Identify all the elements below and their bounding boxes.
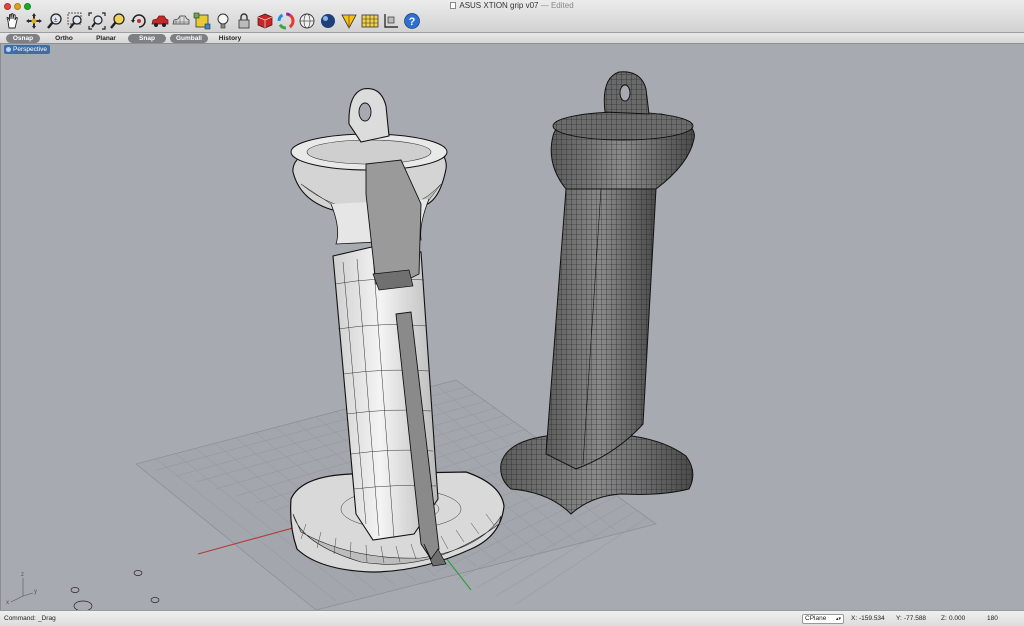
z-axis-label: z xyxy=(21,572,24,578)
status-readout: 180 xyxy=(987,615,998,622)
world-axis-gizmo: z x y xyxy=(6,572,37,606)
z-coord-label: Z: xyxy=(941,615,947,622)
document-icon xyxy=(450,2,457,9)
lock-icon[interactable] xyxy=(233,11,254,32)
car-icon[interactable] xyxy=(149,11,170,32)
x-coord-label: X: xyxy=(851,615,858,622)
zoom-window-icon[interactable] xyxy=(65,11,86,32)
wireframe-car-icon[interactable] xyxy=(170,11,191,32)
cplane-select[interactable]: CPlane ▴▾ xyxy=(802,614,844,624)
title-bar: ASUS XTION grip v07 — Edited ± ? xyxy=(0,0,1024,33)
viewport-scene[interactable]: z x y xyxy=(1,44,1024,610)
perspective-viewport[interactable]: z x y Perspective xyxy=(0,44,1024,610)
window-title: ASUS XTION grip v07 — Edited xyxy=(0,1,1024,10)
ortho-toggle[interactable]: Ortho xyxy=(48,34,80,43)
mode-bar: Osnap Ortho Planar Snap Gumball History xyxy=(0,33,1024,44)
z-coord-value: 0.000 xyxy=(949,615,966,622)
y-coord-value: -77.588 xyxy=(904,615,927,622)
svg-text:?: ? xyxy=(408,16,415,28)
command-input[interactable]: _Drag xyxy=(38,615,56,623)
help-icon[interactable]: ? xyxy=(401,11,422,32)
cone-tool-icon[interactable] xyxy=(338,11,359,32)
grip-model-mesh[interactable] xyxy=(500,71,695,515)
viewport-name: Perspective xyxy=(13,46,47,53)
move-icon[interactable] xyxy=(23,11,44,32)
x-axis-label: x xyxy=(6,600,9,606)
cplane-icon[interactable] xyxy=(380,11,401,32)
y-axis-label: y xyxy=(34,589,37,595)
grip-model-surface[interactable] xyxy=(290,88,505,573)
document-name: ASUS XTION grip v07 xyxy=(459,1,539,10)
pan-hand-icon[interactable] xyxy=(2,11,23,32)
edited-status: Edited xyxy=(550,1,574,10)
snapshot-icon[interactable] xyxy=(191,11,212,32)
sphere-wire-icon[interactable] xyxy=(296,11,317,32)
rhino-window: ASUS XTION grip v07 — Edited ± ? Osnap O… xyxy=(0,0,1024,626)
command-label: Command: xyxy=(4,615,36,622)
render-sphere-icon[interactable] xyxy=(317,11,338,32)
y-coord-label: Y: xyxy=(896,615,902,622)
osnap-toggle[interactable]: Osnap xyxy=(6,34,40,43)
cplane-value: CPlane xyxy=(805,615,827,622)
zoom-selected-icon[interactable] xyxy=(107,11,128,32)
zoom-extents-icon[interactable] xyxy=(86,11,107,32)
status-bar: Command: _Drag CPlane ▴▾ X: -159.534 Y: … xyxy=(0,610,1024,626)
snap-toggle[interactable]: Snap xyxy=(128,34,166,43)
light-bulb-icon[interactable] xyxy=(212,11,233,32)
color-wheel-icon[interactable] xyxy=(275,11,296,32)
small-curves xyxy=(70,570,160,610)
zoom-icon[interactable]: ± xyxy=(44,11,65,32)
planar-toggle[interactable]: Planar xyxy=(90,34,122,43)
gumball-toggle[interactable]: Gumball xyxy=(170,34,208,43)
main-toolbar: ± ? xyxy=(2,10,422,32)
cube-icon[interactable] xyxy=(254,11,275,32)
x-coord-value: -159.534 xyxy=(859,615,885,622)
select-arrows-icon: ▴▾ xyxy=(835,616,841,622)
viewport-camera-icon xyxy=(6,47,11,52)
grid-icon[interactable] xyxy=(359,11,380,32)
viewport-tab-perspective[interactable]: Perspective xyxy=(4,45,50,54)
rotate-view-icon[interactable] xyxy=(128,11,149,32)
history-toggle[interactable]: History xyxy=(214,34,246,43)
title-separator: — xyxy=(538,1,551,10)
